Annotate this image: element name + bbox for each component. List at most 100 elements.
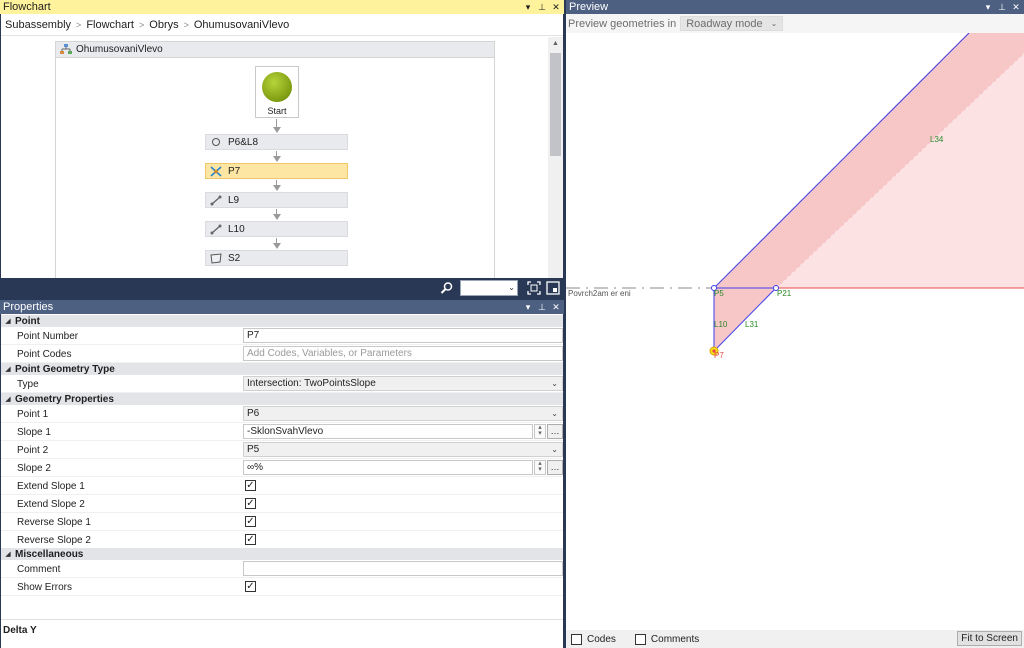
breadcrumb-item-flowchart[interactable]: Flowchart <box>86 19 134 31</box>
slope2-input[interactable]: ∞% <box>243 460 533 475</box>
extend-slope2-checkbox[interactable]: ✓ <box>245 498 256 509</box>
category-point[interactable]: ◢ Point <box>1 315 563 327</box>
breadcrumb: Subassembly > Flowchart > Obrys > Ohumus… <box>1 14 563 36</box>
dropdown-icon[interactable]: ▾ <box>982 1 994 13</box>
circle-icon <box>210 137 222 148</box>
close-icon[interactable]: ✕ <box>1010 1 1022 13</box>
property-description: Delta Y <box>1 619 563 648</box>
collapse-triangle-icon[interactable]: ◢ <box>1 365 15 373</box>
breadcrumb-item-obrys[interactable]: Obrys <box>149 19 178 31</box>
codes-label: Codes <box>587 633 616 645</box>
property-name: Show Errors <box>17 582 73 593</box>
property-name: Extend Slope 1 <box>17 481 85 492</box>
flow-item-l9[interactable]: L9 <box>205 192 348 208</box>
fit-to-screen-button[interactable]: Fit to Screen <box>957 631 1022 646</box>
flow-item-label: L9 <box>228 194 240 206</box>
scrollbar-thumb[interactable] <box>550 53 561 156</box>
category-geometry-properties[interactable]: ◢ Geometry Properties <box>1 393 563 405</box>
start-label: Start <box>267 106 287 116</box>
property-name: Point 1 <box>17 409 49 420</box>
dropdown-icon[interactable]: ▾ <box>522 1 534 13</box>
comments-checkbox[interactable]: Comments <box>634 633 699 645</box>
point-label-p21: P21 <box>777 289 792 298</box>
breadcrumb-item-current[interactable]: OhumusovaniVlevo <box>194 19 289 31</box>
flow-arrow-icon <box>273 127 281 133</box>
flow-arrow-icon <box>273 185 281 191</box>
chevron-down-icon: ⌄ <box>551 409 558 418</box>
collapse-triangle-icon[interactable]: ◢ <box>1 395 15 403</box>
property-name: Reverse Slope 1 <box>17 517 91 528</box>
close-icon[interactable]: ✕ <box>550 301 562 313</box>
flow-arrow-icon <box>273 214 281 220</box>
zoom-select[interactable]: ⌄ <box>460 280 518 296</box>
link-label-l34: L34 <box>930 135 944 144</box>
shape-icon <box>210 252 222 264</box>
preview-canvas[interactable]: Povrch2am er eni P5 P21 P7 L34 L10 L31 <box>566 33 1024 630</box>
collapse-triangle-icon[interactable]: ◢ <box>1 550 15 558</box>
point1-select-value: P6 <box>247 408 260 419</box>
type-select[interactable]: Intersection: TwoPointsSlope ⌄ <box>243 376 563 391</box>
comment-input[interactable] <box>243 561 563 576</box>
property-row-point-codes: Point Codes Add Codes, Variables, or Par… <box>1 345 563 363</box>
point-number-input[interactable]: P7 <box>243 328 563 343</box>
pin-icon[interactable]: ⊥ <box>536 301 548 313</box>
properties-panel: ◢ Point Point Number P7 Point Codes Add … <box>1 314 563 648</box>
pin-icon[interactable]: ⊥ <box>536 1 548 13</box>
property-name: Point Codes <box>17 349 72 360</box>
flow-item-p7[interactable]: P7 <box>205 163 348 179</box>
category-label: Point Geometry Type <box>15 363 115 375</box>
collapse-triangle-icon[interactable]: ◢ <box>1 317 15 325</box>
property-name: Slope 1 <box>17 427 51 438</box>
category-miscellaneous[interactable]: ◢ Miscellaneous <box>1 548 563 560</box>
category-point-geometry-type[interactable]: ◢ Point Geometry Type <box>1 363 563 375</box>
flowchart-title: Flowchart <box>3 1 51 13</box>
dropdown-icon[interactable]: ▾ <box>522 301 534 313</box>
fit-view-icon[interactable] <box>526 280 542 296</box>
preview-mode-value: Roadway mode <box>686 17 763 30</box>
flow-item-l10[interactable]: L10 <box>205 221 348 237</box>
overview-icon[interactable] <box>545 280 561 296</box>
flow-item-p6-l8[interactable]: P6&L8 <box>205 134 348 150</box>
chevron-right-icon: > <box>76 19 82 30</box>
property-name: Type <box>17 379 39 390</box>
flow-item-label: S2 <box>228 252 241 264</box>
scroll-up-icon[interactable]: ▲ <box>548 37 563 51</box>
property-row-extend-slope2: Extend Slope 2 ✓ <box>1 495 563 513</box>
magnifier-icon[interactable] <box>440 281 454 295</box>
point1-select[interactable]: P6 ⌄ <box>243 406 563 421</box>
extend-slope1-checkbox[interactable]: ✓ <box>245 480 256 491</box>
slope1-ellipsis-button[interactable]: … <box>547 424 563 439</box>
checkbox-box[interactable] <box>571 633 582 645</box>
point-label-p5: P5 <box>714 289 724 298</box>
reverse-slope2-checkbox[interactable]: ✓ <box>245 534 256 545</box>
category-label: Miscellaneous <box>15 548 84 560</box>
chevron-right-icon: > <box>183 19 189 30</box>
preview-footer: Codes Comments Fit to Screen <box>566 630 1024 648</box>
intersection-point-icon <box>210 165 222 177</box>
subassembly-icon <box>60 44 72 54</box>
show-errors-checkbox[interactable]: ✓ <box>245 581 256 592</box>
flowchart-panel: Subassembly > Flowchart > Obrys > Ohumus… <box>1 14 563 278</box>
breadcrumb-item-subassembly[interactable]: Subassembly <box>5 19 71 31</box>
point-label-p7: P7 <box>714 351 724 360</box>
spinner-icon[interactable]: ▴ ▾ <box>534 424 546 439</box>
flow-item-s2[interactable]: S2 <box>205 250 348 266</box>
pin-icon[interactable]: ⊥ <box>996 1 1008 13</box>
point2-select[interactable]: P5 ⌄ <box>243 442 563 457</box>
property-row-slope2: Slope 2 ∞% ▴ ▾ … <box>1 459 563 477</box>
flowchart-vertical-scrollbar[interactable]: ▲ <box>548 37 563 278</box>
reverse-slope1-checkbox[interactable]: ✓ <box>245 516 256 527</box>
start-node[interactable]: Start <box>255 66 299 118</box>
subassembly-header: OhumusovaniVlevo <box>56 42 494 58</box>
slope1-input[interactable]: -SklonSvahVlevo <box>243 424 533 439</box>
preview-mode-select[interactable]: Roadway mode ⌄ <box>680 16 784 31</box>
spinner-icon[interactable]: ▴ ▾ <box>534 460 546 475</box>
checkbox-box[interactable] <box>634 633 646 645</box>
property-name: Point Number <box>17 331 79 342</box>
close-icon[interactable]: ✕ <box>550 1 562 13</box>
codes-checkbox[interactable]: Codes <box>571 633 616 645</box>
property-row-point-number: Point Number P7 <box>1 327 563 345</box>
preview-drawing: Povrch2am er eni P5 P21 P7 L34 L10 L31 <box>566 33 1024 360</box>
slope2-ellipsis-button[interactable]: … <box>547 460 563 475</box>
point-codes-input[interactable]: Add Codes, Variables, or Parameters <box>243 346 563 361</box>
